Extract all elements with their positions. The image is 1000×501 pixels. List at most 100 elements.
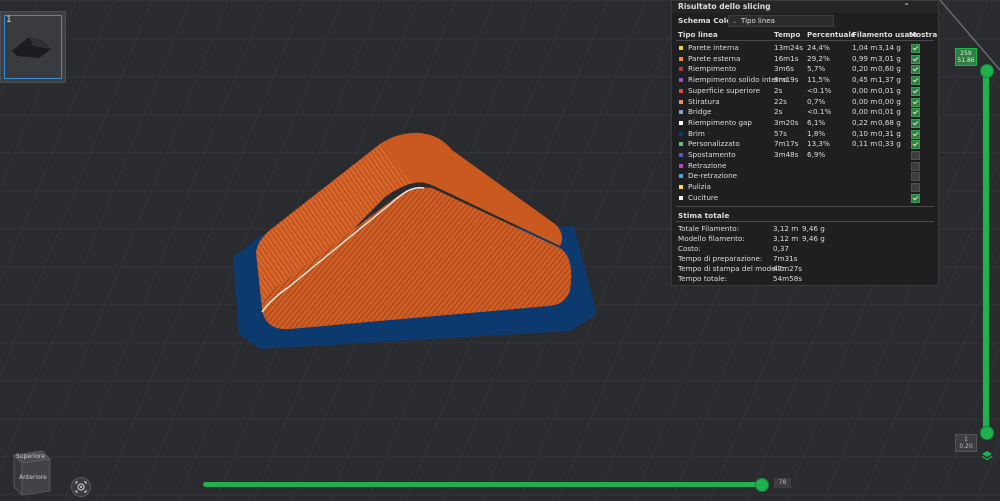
collapse-icon[interactable]: ⌃ <box>903 1 910 13</box>
view-cube-top-label: Superiore <box>16 453 45 460</box>
divider <box>676 221 934 222</box>
line-type-time: 6m19s <box>774 75 799 85</box>
layer-top-number: 259 <box>960 50 972 57</box>
total-row: Tempo totale: 54m58s <box>672 274 938 284</box>
line-type-filament-length: 0,10 m <box>852 128 878 138</box>
show-checkbox[interactable] <box>911 172 920 182</box>
total-label: Modello filamento: <box>678 234 745 243</box>
header-filament: Filamento usato <box>852 30 918 39</box>
show-checkbox[interactable] <box>911 193 920 203</box>
totals-title: Stima totale <box>678 211 730 220</box>
show-checkbox[interactable] <box>911 108 920 118</box>
show-checkbox[interactable] <box>911 65 920 75</box>
show-checkbox[interactable] <box>911 44 920 53</box>
layer-slider-track <box>983 66 989 434</box>
layer-top-height: 51.86 <box>957 57 975 64</box>
show-checkbox[interactable] <box>911 86 920 96</box>
line-type-filament-weight: 0,31 g <box>878 128 901 138</box>
total-label: Totale Filamento: <box>678 224 740 233</box>
line-type-filament-weight: 0,01 g <box>878 85 901 95</box>
show-checkbox[interactable] <box>911 76 920 86</box>
layer-bottom-label: 1 0.20 <box>955 434 977 452</box>
divider <box>676 40 934 41</box>
line-type-time: 3m48s <box>774 150 799 159</box>
layers-icon <box>981 451 993 461</box>
show-checkbox[interactable] <box>911 183 920 193</box>
line-type-row: Riempimento solido interno 6m19s 11,5% 0,45… <box>672 74 938 86</box>
line-type-filament-length: 0,45 m <box>852 75 878 85</box>
line-type-name: Spostamento <box>688 150 736 159</box>
line-type-name: Riempimento gap <box>688 117 752 127</box>
view-cube[interactable]: Superiore Anteriore <box>12 449 52 497</box>
move-slider-handle[interactable] <box>754 478 769 492</box>
line-type-time: 3m20s <box>774 117 799 127</box>
move-slider-value: 78 <box>774 478 791 488</box>
line-type-row: Retrazione <box>672 160 938 171</box>
color-scheme-value: Tipo linea <box>741 17 775 25</box>
total-value-secondary: 9,46 g <box>802 234 825 243</box>
line-type-name: Brim <box>688 128 705 138</box>
layers-toggle-button[interactable] <box>980 448 994 462</box>
color-scheme-select[interactable]: ⌄ Tipo linea <box>728 15 834 27</box>
show-checkbox[interactable] <box>911 129 920 139</box>
line-type-row: De-retrazione <box>672 170 938 182</box>
move-slider-track <box>203 482 769 487</box>
line-type-percent: <0.1% <box>807 107 832 117</box>
show-checkbox[interactable] <box>911 118 920 128</box>
legend-swatch <box>679 120 683 125</box>
line-type-filament-length: 0,11 m <box>852 139 878 149</box>
line-type-time: 13m24s <box>774 43 804 52</box>
view-cube-front-label: Anteriore <box>19 474 47 481</box>
legend-swatch <box>679 46 683 50</box>
show-checkbox[interactable] <box>911 140 920 150</box>
header-percent: Percentuale <box>807 30 856 39</box>
total-row: Modello filamento: 3,12 m 9,46 g <box>672 234 938 244</box>
line-type-filament-weight: 3,14 g <box>878 43 901 52</box>
line-type-filament-weight: 1,37 g <box>878 75 901 85</box>
plate-thumbnail[interactable]: 1 <box>0 11 66 83</box>
move-slider[interactable] <box>203 478 769 492</box>
plate-number: 1 <box>6 15 12 25</box>
legend-swatch <box>679 88 683 93</box>
show-checkbox[interactable] <box>911 54 920 64</box>
total-label: Tempo di stampa del modello: <box>678 264 787 273</box>
legend-swatch <box>679 174 683 179</box>
legend-swatch <box>679 185 683 190</box>
slicing-result-panel: Risultato dello slicing ⌃ Schema Colore … <box>671 0 939 286</box>
line-type-row: Personalizzato 7m17s 13,3% 0,11 m 0,33 g <box>672 138 938 150</box>
layer-slider-bottom-handle[interactable] <box>980 426 994 440</box>
line-type-name: Cuciture <box>688 192 719 202</box>
line-type-row: Parete interna 13m24s 24,4% 1,04 m 3,14 g <box>672 42 938 53</box>
layer-slider[interactable] <box>980 64 994 440</box>
total-value: 3,12 m <box>773 224 799 233</box>
show-checkbox[interactable] <box>911 151 920 160</box>
plate-preview-icon <box>12 37 51 58</box>
line-type-name: De-retrazione <box>688 171 738 181</box>
line-type-row: Superficie superiore 2s <0.1% 0,00 m 0,01 g <box>672 85 938 96</box>
legend-swatch <box>679 142 683 147</box>
total-value: 54m58s <box>773 274 803 283</box>
line-type-time: 3m6s <box>774 64 794 74</box>
line-type-row: Parete esterna 16m1s 29,2% 0,99 m 3,01 g <box>672 53 938 64</box>
total-value: 0,37 <box>773 244 790 253</box>
line-type-row: Riempimento 3m6s 5,7% 0,20 m 0,60 g <box>672 63 938 75</box>
line-type-row: Cuciture <box>672 192 938 203</box>
line-type-name: Bridge <box>688 107 712 117</box>
total-value: 3,12 m <box>773 234 799 243</box>
show-checkbox[interactable] <box>911 161 920 171</box>
divider <box>676 206 934 207</box>
legend-swatch <box>679 56 683 61</box>
show-checkbox[interactable] <box>911 97 920 107</box>
line-type-name: Riempimento solido interno <box>688 75 788 85</box>
line-type-percent: 6,9% <box>807 150 826 159</box>
line-type-percent: 24,4% <box>807 43 830 52</box>
line-type-percent: 5,7% <box>807 64 826 74</box>
line-type-filament-weight: 0,60 g <box>878 64 901 74</box>
layer-slider-top-handle[interactable] <box>980 64 994 78</box>
line-type-filament-length: 0,20 m <box>852 64 878 74</box>
line-type-row: Brim 57s 1,8% 0,10 m 0,31 g <box>672 128 938 139</box>
camera-center-button[interactable] <box>71 477 91 497</box>
line-type-row: Riempimento gap 3m20s 6,1% 0,22 m 0,68 g <box>672 117 938 128</box>
legend-swatch <box>679 153 683 157</box>
layer-bottom-number: 1 <box>964 436 968 443</box>
